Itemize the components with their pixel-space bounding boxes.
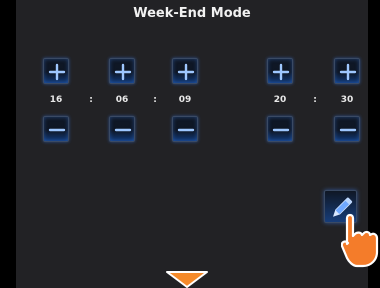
screen-panel: Week-End Mode: [16, 0, 368, 288]
hand-pointer-icon: [341, 213, 379, 268]
minus-icon: [339, 128, 357, 132]
time-field-3-value: 09: [178, 95, 192, 105]
decrease-field-2-button[interactable]: [109, 116, 135, 142]
minus-icon: [177, 128, 195, 132]
separator-3: :: [313, 95, 317, 105]
plus-icon: [177, 63, 195, 81]
down-arrow-icon[interactable]: [165, 270, 209, 288]
increase-field-5-button[interactable]: [334, 58, 360, 84]
increase-field-2-button[interactable]: [109, 58, 135, 84]
time-field-5-value: 30: [340, 95, 354, 105]
screen-title: Week-End Mode: [133, 6, 251, 21]
minus-icon: [48, 128, 66, 132]
separator-2: :: [153, 95, 157, 105]
time-field-1-value: 16: [49, 95, 63, 105]
separator-1: :: [89, 95, 93, 105]
minus-icon: [114, 128, 132, 132]
minus-icon: [272, 128, 290, 132]
increase-field-3-button[interactable]: [172, 58, 198, 84]
time-field-4-value: 20: [273, 95, 287, 105]
decrease-field-4-button[interactable]: [267, 116, 293, 142]
plus-icon: [339, 63, 357, 81]
decrease-field-3-button[interactable]: [172, 116, 198, 142]
decrease-field-1-button[interactable]: [43, 116, 69, 142]
time-field-2-value: 06: [115, 95, 129, 105]
plus-icon: [114, 63, 132, 81]
increase-field-1-button[interactable]: [43, 58, 69, 84]
plus-icon: [272, 63, 290, 81]
plus-icon: [48, 63, 66, 81]
increase-field-4-button[interactable]: [267, 58, 293, 84]
decrease-field-5-button[interactable]: [334, 116, 360, 142]
